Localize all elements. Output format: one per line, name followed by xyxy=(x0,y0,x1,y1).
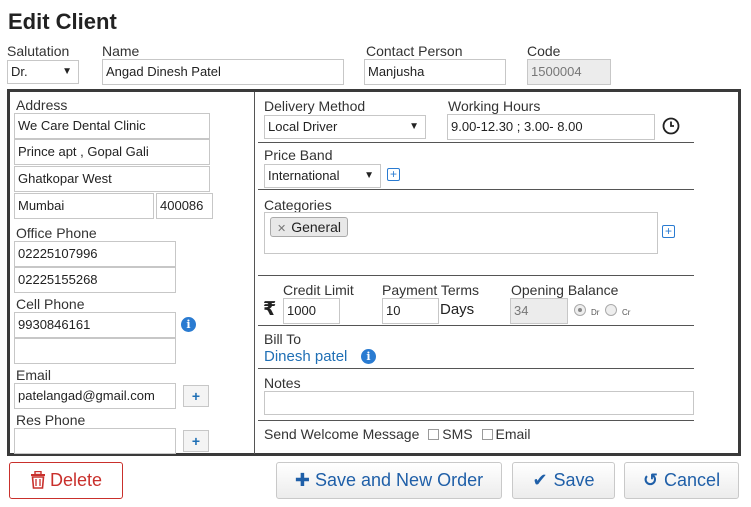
code-label: Code xyxy=(527,43,561,59)
address-line2-field[interactable]: Prince apt , Gopal Gali xyxy=(14,139,210,165)
days-label: Days xyxy=(440,301,475,318)
chevron-down-icon: ▼ xyxy=(364,170,374,181)
sms-label: SMS xyxy=(442,426,473,442)
checkmark-icon: ✔ xyxy=(532,470,548,490)
cell-phone1-field[interactable]: 9930846161 xyxy=(14,312,176,338)
divider xyxy=(258,189,694,190)
add-email-button[interactable]: + xyxy=(183,385,209,407)
save-and-new-order-label: Save and New Order xyxy=(315,470,484,490)
email-checkbox[interactable] xyxy=(481,429,493,440)
clock-icon[interactable] xyxy=(662,117,680,135)
delete-button-label: Delete xyxy=(49,470,103,490)
divider xyxy=(258,420,694,421)
payment-terms-label: Payment Terms xyxy=(382,282,479,298)
cancel-button[interactable]: ↺ Cancel xyxy=(624,462,739,499)
office-phone-label: Office Phone xyxy=(16,225,97,241)
add-price-band-icon[interactable]: + xyxy=(387,168,400,181)
code-field: 1500004 xyxy=(527,59,611,85)
categories-field[interactable]: ✕ General xyxy=(264,212,658,254)
trash-icon xyxy=(30,466,46,501)
categories-label: Categories xyxy=(264,197,332,213)
notes-field[interactable] xyxy=(264,391,694,415)
working-hours-field[interactable]: 9.00-12.30 ; 3.00- 8.00 xyxy=(447,114,655,140)
address-line1-field[interactable]: We Care Dental Clinic xyxy=(14,113,210,139)
plus-icon: ✚ xyxy=(294,470,310,490)
remove-tag-icon[interactable]: ✕ xyxy=(277,223,286,235)
dr-radio[interactable] xyxy=(574,304,586,316)
divider xyxy=(258,275,694,276)
add-res-phone-button[interactable]: + xyxy=(183,430,209,452)
email-field[interactable]: patelangad@gmail.com xyxy=(14,383,176,409)
price-band-select[interactable]: International ▼ xyxy=(264,164,381,188)
res-phone-field[interactable] xyxy=(14,428,176,454)
info-icon[interactable]: i xyxy=(361,349,376,364)
office-phone1-field[interactable]: 02225107996 xyxy=(14,241,176,267)
delivery-method-value: Local Driver xyxy=(268,119,338,134)
address-line3-field[interactable]: Ghatkopar West xyxy=(14,166,210,192)
credit-limit-field[interactable]: 1000 xyxy=(283,298,340,324)
email-label: Email xyxy=(16,367,52,383)
divider xyxy=(258,142,694,143)
chevron-down-icon: ▼ xyxy=(409,121,419,132)
divider xyxy=(258,368,694,369)
cr-radio[interactable] xyxy=(605,304,617,316)
column-divider xyxy=(254,92,255,454)
chevron-down-icon: ▼ xyxy=(62,66,72,77)
rupee-icon: ₹ xyxy=(263,299,277,320)
delivery-method-label: Delivery Method xyxy=(264,98,366,114)
delete-button[interactable]: Delete xyxy=(9,462,123,499)
cell-phone2-field[interactable] xyxy=(14,338,176,364)
bill-to-link[interactable]: Dinesh patel xyxy=(264,348,347,365)
delivery-method-select[interactable]: Local Driver ▼ xyxy=(264,115,426,139)
add-category-icon[interactable]: + xyxy=(662,225,675,238)
cr-label: Cr xyxy=(622,308,631,317)
working-hours-label: Working Hours xyxy=(448,98,541,114)
info-icon[interactable]: i xyxy=(181,317,196,332)
office-phone2-field[interactable]: 02225155268 xyxy=(14,267,176,293)
contact-person-label: Contact Person xyxy=(366,43,463,59)
credit-limit-label: Credit Limit xyxy=(283,282,354,298)
contact-person-field[interactable]: Manjusha xyxy=(364,59,506,85)
undo-icon: ↺ xyxy=(642,470,659,490)
salutation-label: Salutation xyxy=(7,43,70,59)
sms-checkbox[interactable] xyxy=(428,429,440,440)
category-tag: ✕ General xyxy=(270,217,349,237)
dr-label: Dr xyxy=(591,308,600,317)
bill-to-label: Bill To xyxy=(264,331,302,347)
email-option-label: Email xyxy=(495,426,531,442)
welcome-message-label: Send Welcome Message xyxy=(264,426,420,442)
price-band-label: Price Band xyxy=(264,147,333,163)
name-label: Name xyxy=(102,43,140,59)
notes-label: Notes xyxy=(264,375,301,391)
name-field[interactable]: Angad Dinesh Patel xyxy=(102,59,344,85)
page-title: Edit Client xyxy=(8,9,117,34)
address-label: Address xyxy=(16,97,68,113)
save-button[interactable]: ✔ Save xyxy=(512,462,615,499)
save-and-new-order-button[interactable]: ✚ Save and New Order xyxy=(276,462,502,499)
payment-terms-field[interactable]: 10 xyxy=(382,298,439,324)
city-field[interactable]: Mumbai xyxy=(14,193,154,219)
welcome-message-row: Send Welcome Message SMS Email xyxy=(264,426,531,442)
divider xyxy=(258,325,694,326)
price-band-value: International xyxy=(268,168,340,183)
category-tag-label: General xyxy=(291,219,342,235)
save-button-label: Save xyxy=(553,470,595,490)
salutation-value: Dr. xyxy=(11,64,28,79)
salutation-select[interactable]: Dr. ▼ xyxy=(7,60,79,84)
cancel-button-label: Cancel xyxy=(664,470,721,490)
cell-phone-label: Cell Phone xyxy=(16,296,85,312)
opening-balance-label: Opening Balance xyxy=(511,282,619,298)
opening-balance-field: 34 xyxy=(510,298,568,324)
pincode-field[interactable]: 400086 xyxy=(156,193,213,219)
res-phone-label: Res Phone xyxy=(16,412,86,428)
